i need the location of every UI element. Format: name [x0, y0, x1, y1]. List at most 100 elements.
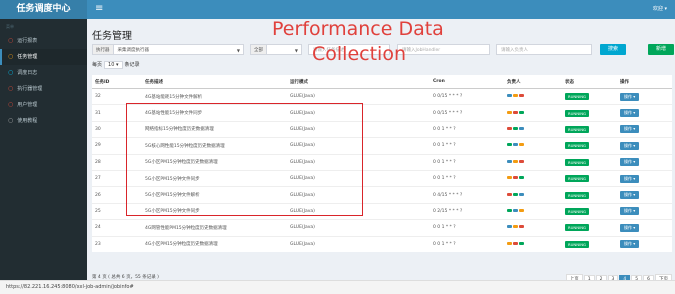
sidebar-item-dispatch-log[interactable]: ○ 调度日志	[0, 65, 87, 81]
owner-badge	[519, 159, 524, 163]
owner-badge	[519, 208, 524, 212]
run-mode-cell: GLUE(Java)	[287, 104, 430, 122]
column-header-description[interactable]: 任务描述	[142, 75, 287, 89]
app-logo-title[interactable]: 任务调度中心	[0, 0, 87, 19]
owner-placeholder: 请输入负责人	[501, 48, 528, 53]
search-button[interactable]: 搜索	[600, 44, 626, 55]
task-id-cell: 28	[92, 153, 142, 171]
owner-badge	[507, 192, 512, 196]
owner-badge	[519, 241, 524, 245]
owner-cell	[504, 87, 562, 105]
owner-badges	[507, 241, 525, 247]
table-row: 29 5G核心网性能15分钟粒度历史数据清理 GLUE(Java) 0 0 1 * *…	[92, 137, 672, 155]
sidebar-header: 菜单	[6, 24, 14, 29]
owner-badges	[507, 110, 525, 116]
page-size-suffix: 条记录	[124, 62, 140, 68]
circle-icon: ○	[8, 101, 14, 108]
status-badge: RUNNING	[565, 109, 589, 117]
sidebar-item-reports[interactable]: ○ 运行报表	[0, 33, 87, 49]
owner-cell	[504, 104, 562, 122]
status-cell: RUNNING	[562, 120, 617, 138]
column-header-mode[interactable]: 运行模式	[287, 75, 430, 89]
actions-cell: 操作 ▾	[617, 87, 672, 105]
row-actions-dropdown[interactable]: 操作 ▾	[620, 223, 640, 232]
owner-badge	[513, 225, 518, 229]
row-actions-dropdown[interactable]: 操作 ▾	[620, 174, 640, 183]
column-header-status[interactable]: 状态	[562, 75, 617, 89]
owner-badge	[513, 94, 518, 98]
add-task-button[interactable]: 新增	[648, 44, 674, 55]
owner-badge	[507, 241, 512, 245]
row-actions-dropdown[interactable]: 操作 ▾	[620, 240, 640, 249]
page-size-select[interactable]: 10 ▾	[104, 61, 123, 69]
status-badge: RUNNING	[565, 207, 589, 215]
owner-badges	[507, 208, 525, 214]
owner-badge	[507, 208, 512, 212]
executor-select-value: 采集调度执行器	[117, 48, 150, 53]
actions-cell: 操作 ▾	[617, 202, 672, 220]
status-badge: RUNNING	[565, 175, 589, 183]
sidebar-item-label: 用户管理	[17, 102, 38, 108]
cron-cell: 0 0 1 * * ?	[430, 169, 504, 187]
owner-badge	[519, 110, 524, 114]
row-actions-dropdown[interactable]: 操作 ▾	[620, 158, 640, 167]
executor-select[interactable]: 执行器 采集调度执行器 ▼	[92, 44, 244, 55]
sidebar-item-tutorial[interactable]: ○ 使用教程	[0, 113, 87, 129]
owner-badge	[513, 176, 518, 180]
sidebar-item-user-management[interactable]: ○ 用户管理	[0, 97, 87, 113]
cron-cell: 0 2/15 * * * ?	[430, 202, 504, 220]
sidebar-item-label: 调度日志	[17, 70, 38, 76]
column-header-actions: 操作	[617, 75, 672, 89]
table-row: 23 4G小区PM15分钟粒度历史数据清理 GLUE(Java) 0 0 1 * * …	[92, 235, 672, 252]
table-header-row: 任务ID 任务描述 运行模式 Cron 负责人 状态 操作	[92, 75, 672, 89]
table-row: 24 4G网管性能PM15分钟粒度历史数据清理 GLUE(Java) 0 0 1 * …	[92, 219, 672, 237]
table-row: 32 4G基站能耗15分钟文件解析 GLUE(Java) 0 0/15 * * * ?…	[92, 87, 672, 105]
user-menu[interactable]: 欢迎 ▾	[653, 5, 667, 12]
task-table: 任务ID 任务描述 运行模式 Cron 负责人 状态 操作 32 4G基站能耗15…	[92, 75, 672, 252]
task-description-cell: 5G小区PM15分钟文件同步	[142, 202, 287, 220]
table-row: 25 5G小区PM15分钟文件同步 GLUE(Java) 0 2/15 * * * ?…	[92, 202, 672, 220]
row-actions-dropdown[interactable]: 操作 ▾	[620, 141, 640, 150]
row-actions-dropdown[interactable]: 操作 ▾	[620, 109, 640, 118]
row-actions-dropdown[interactable]: 操作 ▾	[620, 191, 640, 200]
owner-badge	[513, 159, 518, 163]
owner-badge	[519, 126, 524, 130]
actions-cell: 操作 ▾	[617, 120, 672, 138]
owner-badge	[519, 176, 524, 180]
run-mode-cell: GLUE(Java)	[287, 120, 430, 138]
top-navbar: 任务调度中心 ≡ 欢迎 ▾	[0, 0, 675, 19]
owner-badge	[519, 143, 524, 147]
circle-icon: ○	[8, 37, 14, 44]
run-mode-cell: GLUE(Java)	[287, 153, 430, 171]
status-badge: RUNNING	[565, 93, 589, 101]
owner-badge	[513, 126, 518, 130]
owner-cell	[504, 137, 562, 155]
row-actions-dropdown[interactable]: 操作 ▾	[620, 207, 640, 216]
status-select[interactable]: 全部 ▼	[250, 44, 302, 55]
jobhandler-input[interactable]: 请输入JobHandler	[397, 44, 490, 55]
sidebar-toggle-icon[interactable]: ≡	[95, 3, 103, 14]
owner-cell	[504, 120, 562, 138]
owner-input[interactable]: 请输入负责人	[496, 44, 592, 55]
status-cell: RUNNING	[562, 235, 617, 252]
row-actions-dropdown[interactable]: 操作 ▾	[620, 92, 640, 101]
column-header-cron[interactable]: Cron	[430, 75, 504, 89]
circle-icon: ○	[8, 53, 14, 60]
owner-badges	[507, 94, 525, 99]
row-actions-dropdown[interactable]: 操作 ▾	[620, 125, 640, 134]
status-cell: RUNNING	[562, 202, 617, 220]
owner-badge	[513, 208, 518, 212]
owner-badge	[513, 110, 518, 114]
column-header-id[interactable]: 任务ID	[92, 75, 142, 89]
status-cell: RUNNING	[562, 137, 617, 155]
actions-cell: 操作 ▾	[617, 137, 672, 155]
task-description-cell: 5G小区PM15分钟粒度历史数据清理	[142, 153, 287, 171]
circle-icon: ○	[8, 85, 14, 92]
page-size-value: 10	[108, 62, 115, 68]
sidebar-item-executor-management[interactable]: ○ 执行器管理	[0, 81, 87, 97]
sidebar-item-task-management[interactable]: ○ 任务管理	[0, 49, 87, 65]
column-header-owner[interactable]: 负责人	[504, 75, 562, 89]
owner-badges	[507, 159, 525, 165]
sidebar-item-label: 运行报表	[17, 38, 38, 44]
task-id-cell: 27	[92, 169, 142, 187]
